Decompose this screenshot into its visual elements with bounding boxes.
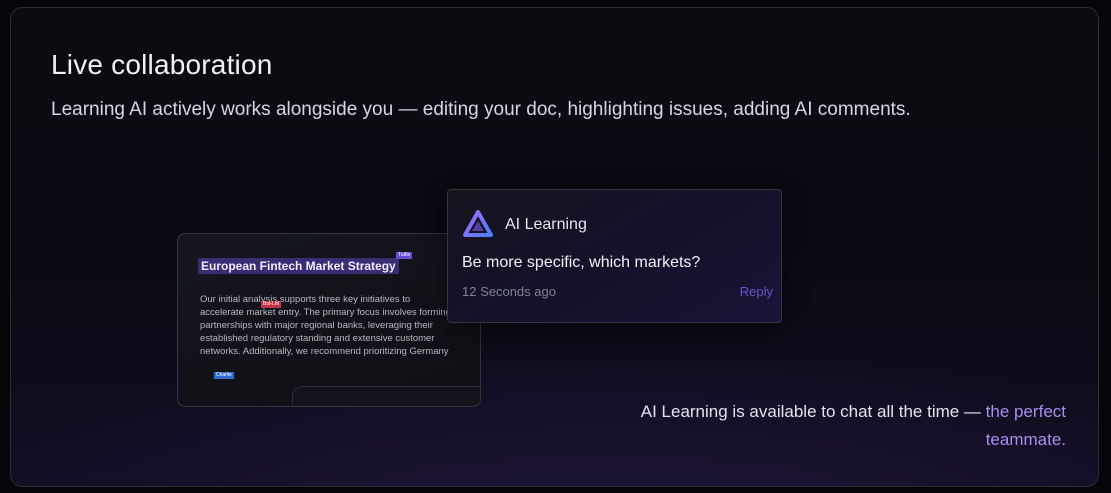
comment-timestamp: 12 Seconds ago	[462, 284, 556, 299]
document-title: European Fintech Market Strategy	[198, 258, 399, 274]
tagline-text: AI Learning is available to chat all the…	[640, 402, 981, 421]
document-bottom-panel	[292, 386, 480, 406]
section-subtitle: Learning AI actively works alongside you…	[51, 99, 911, 120]
ai-learning-logo-icon	[463, 210, 493, 237]
ai-comment-card: AI Learning Be more specific, which mark…	[447, 189, 782, 323]
document-body: Our initial analysis supports three key …	[200, 294, 451, 357]
document-preview: European Fintech Market Strategy Tuttle …	[177, 233, 481, 407]
section-title: Live collaboration	[51, 49, 273, 80]
collaborator-tag-red: Bot-LM	[261, 301, 282, 308]
tagline: AI Learning is available to chat all the…	[606, 398, 1066, 454]
tagline-highlight: the perfect teammate.	[985, 402, 1066, 449]
live-collaboration-card: Live collaboration Learning AI actively …	[10, 7, 1099, 487]
collaborator-tag-blue: Charlie	[214, 372, 234, 379]
comment-message: Be more specific, which markets?	[462, 254, 701, 271]
comment-author: AI Learning	[505, 216, 587, 233]
collaborator-tag-purple: Tuttle	[396, 252, 413, 259]
reply-link[interactable]: Reply	[740, 284, 773, 299]
